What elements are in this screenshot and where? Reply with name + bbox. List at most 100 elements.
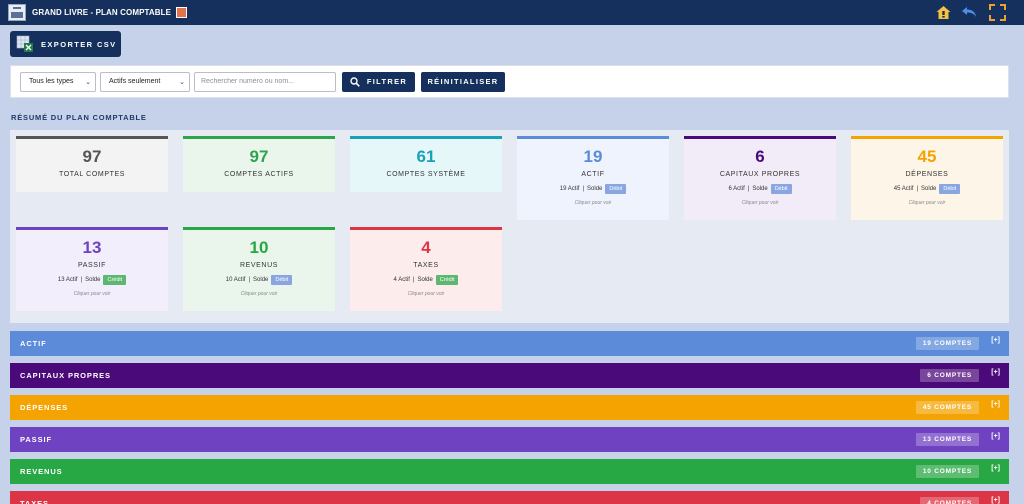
balance-type-badge: Débit [770,184,792,194]
summary-card-capitaux-propres[interactable]: 6 CAPITAUX PROPRES 6 Actif | Solde Débit … [684,136,836,220]
status-select-value: Actifs seulement [109,78,161,85]
card-active-count: 6 Actif [728,186,745,192]
title-bar: GRAND LIVRE - PLAN COMPTABLE [0,0,1024,25]
expand-toggle[interactable]: [+] [991,369,1000,376]
card-label: PASSIF [78,262,106,269]
summary-card-d-penses[interactable]: 45 DÉPENSES 45 Actif | Solde Débit Clique… [851,136,1003,220]
card-value: 13 [82,238,102,257]
card-hint: Cliquer pour voir [73,291,111,297]
filter-bar: Tous les types ⌄ Actifs seulement ⌄ FILT… [10,65,1009,98]
category-bar-taxes[interactable]: TAXES 4 COMPTES [+] [10,491,1009,504]
summary-card-comptes-actifs: 97 COMPTES ACTIFS [183,136,335,192]
card-label: TAXES [413,262,439,269]
category-bar-d-penses[interactable]: DÉPENSES 45 COMPTES [+] [10,395,1009,420]
category-bar-actif[interactable]: ACTIF 19 COMPTES [+] [10,331,1009,356]
spreadsheet-icon [16,35,34,53]
category-bar-revenus[interactable]: REVENUS 10 COMPTES [+] [10,459,1009,484]
card-value: 45 [917,147,937,166]
export-csv-button[interactable]: EXPORTER CSV [10,31,121,57]
category-label: CAPITAUX PROPRES [20,371,111,380]
category-bar-passif[interactable]: PASSIF 13 COMPTES [+] [10,427,1009,452]
summary-card-comptes-syst-me: 61 COMPTES SYSTÈME [350,136,502,192]
card-label: TOTAL COMPTES [58,171,125,178]
card-active-count: 4 Actif [393,277,410,283]
chevron-down-icon: ⌄ [179,78,185,86]
summary-card-actif[interactable]: 19 ACTIF 19 Actif | Solde Débit Cliquer p… [517,136,669,220]
card-solde-label: Solde [85,277,101,283]
category-label: PASSIF [20,435,52,444]
summary-panel: 97 TOTAL COMPTES 97 COMPTES ACTIFS 61 COMPTES… [10,130,1009,323]
expand-toggle[interactable]: [+] [991,337,1000,344]
card-hint: Cliquer pour voir [741,200,779,206]
expand-toggle[interactable]: [+] [991,433,1000,440]
card-meta: 4 Actif | Solde Crédit [350,275,502,285]
category-count-badge: 6 COMPTES [920,369,979,382]
card-separator: | [248,277,251,283]
balance-type-badge: Crédit [435,275,459,285]
card-solde-label: Solde [253,277,269,283]
card-hint: Cliquer pour voir [407,291,445,297]
card-active-count: 19 Actif [559,186,580,192]
card-active-count: 45 Actif [893,186,914,192]
card-label: COMPTES SYSTÈME [386,171,466,178]
home-alert-icon[interactable] [934,3,952,21]
card-value: 19 [583,147,603,166]
window-title: GRAND LIVRE - PLAN COMPTABLE [32,8,172,17]
title-color-swatch-icon [176,7,188,18]
type-select[interactable]: Tous les types ⌄ [20,71,96,92]
card-meta: 10 Actif | Solde Débit [183,275,335,285]
card-active-count: 10 Actif [225,277,246,283]
summary-card-revenus[interactable]: 10 REVENUS 10 Actif | Solde Débit Cliquer… [183,227,335,311]
expand-toggle[interactable]: [+] [991,401,1000,408]
card-separator: | [582,186,585,192]
summary-card-taxes[interactable]: 4 TAXES 4 Actif | Solde Crédit Cliquer po… [350,227,502,311]
filter-button[interactable]: FILTRER [342,71,415,92]
category-count-badge: 4 COMPTES [920,497,979,504]
expand-toggle[interactable]: [+] [991,497,1000,504]
balance-type-badge: Débit [605,184,627,194]
card-label: REVENUS [239,262,279,269]
export-csv-label: EXPORTER CSV [41,39,117,49]
category-label: TAXES [20,499,49,504]
balance-type-badge: Débit [271,275,293,285]
card-meta: 19 Actif | Solde Débit [517,184,669,194]
search-input[interactable] [194,71,336,92]
category-label: REVENUS [20,467,63,476]
expand-toggle[interactable]: [+] [991,465,1000,472]
chevron-down-icon: ⌄ [85,78,91,86]
summary-heading: RÉSUMÉ DU PLAN COMPTABLE [11,113,147,122]
status-select[interactable]: Actifs seulement ⌄ [100,71,190,92]
card-value: 97 [249,147,269,166]
filter-button-label: FILTRER [366,77,408,86]
fullscreen-icon[interactable] [988,3,1006,21]
card-value: 4 [421,238,431,257]
undo-icon[interactable] [961,3,979,21]
card-separator: | [916,186,919,192]
summary-card-total-comptes: 97 TOTAL COMPTES [16,136,168,192]
reset-button[interactable]: RÉINITIALISER [421,71,505,92]
category-count-badge: 45 COMPTES [915,401,979,414]
card-hint: Cliquer pour voir [240,291,278,297]
card-active-count: 13 Actif [57,277,78,283]
card-meta: 6 Actif | Solde Débit [684,184,836,194]
summary-card-passif[interactable]: 13 PASSIF 13 Actif | Solde Crédit Cliquer… [16,227,168,311]
card-meta: 13 Actif | Solde Crédit [16,275,168,285]
search-icon [350,76,360,87]
category-count-badge: 10 COMPTES [915,465,979,478]
card-solde-label: Solde [921,186,937,192]
card-label: CAPITAUX PROPRES [719,171,801,178]
card-value: 97 [82,147,102,166]
category-count-badge: 13 COMPTES [915,433,979,446]
card-separator: | [412,277,415,283]
balance-type-badge: Débit [939,184,961,194]
category-label: DÉPENSES [20,403,69,412]
card-value: 61 [416,147,436,166]
reset-button-label: RÉINITIALISER [427,77,499,86]
card-label: COMPTES ACTIFS [224,171,294,178]
card-solde-label: Solde [417,277,433,283]
category-bar-capitaux-propres[interactable]: CAPITAUX PROPRES 6 COMPTES [+] [10,363,1009,388]
card-value: 10 [249,238,269,257]
category-label: ACTIF [20,339,47,348]
card-hint: Cliquer pour voir [908,200,946,206]
card-meta: 45 Actif | Solde Débit [851,184,1003,194]
